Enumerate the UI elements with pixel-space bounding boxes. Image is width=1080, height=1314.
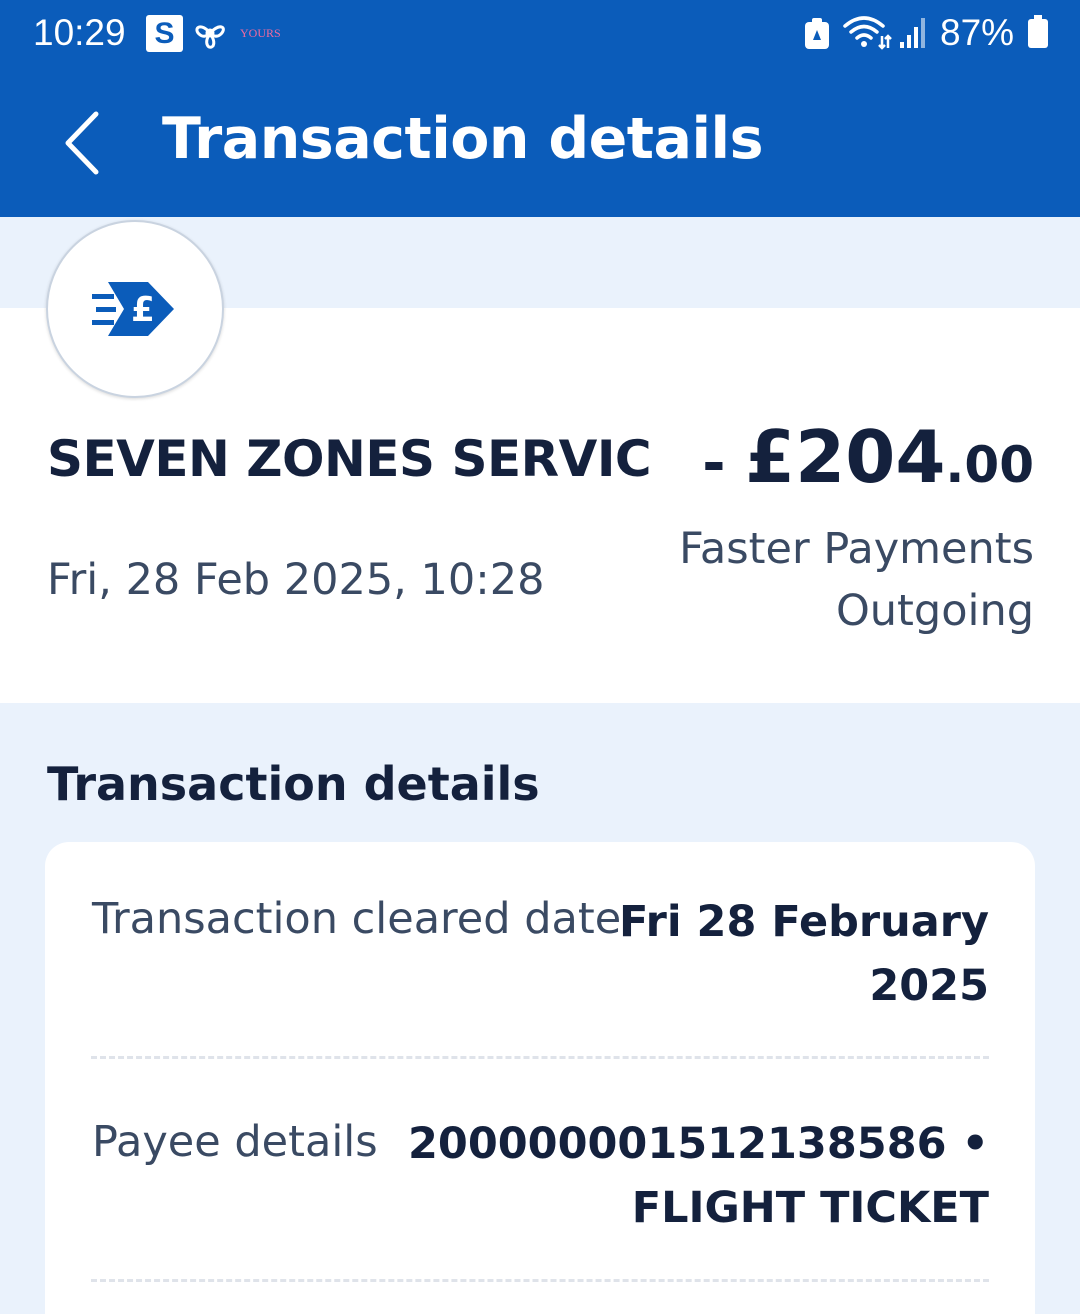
row-divider: [91, 1279, 989, 1282]
payee-details-value-line1: 20000000151213858​6 •: [407, 1119, 989, 1169]
fan-icon: [195, 25, 225, 49]
cleared-date-value-line2: 2025: [869, 961, 989, 1011]
status-bar: 10:29 S YOURS 87%: [0, 0, 1080, 70]
cleared-date-value: Fri 28 February 2025: [619, 890, 989, 1018]
s-app-icon: S: [146, 15, 183, 52]
battery-icon: [1028, 15, 1048, 48]
transaction-type-direction: Outgoing: [835, 586, 1034, 636]
app-bar: Transaction details: [0, 70, 1080, 217]
amount-main: £204: [745, 415, 946, 499]
transaction-datetime: Fri, 28 Feb 2025, 10:28: [47, 555, 545, 605]
page-title: Transaction details: [162, 106, 764, 172]
payee-details-label: Payee details: [92, 1117, 378, 1167]
details-card: Transaction cleared date Fri 28 February…: [45, 842, 1035, 1314]
transaction-type: Faster Payments Outgoing: [679, 518, 1034, 642]
wifi-icon: [843, 16, 892, 50]
faster-payment-pound-icon: £: [92, 282, 174, 336]
app-notification-label: YOURS: [240, 26, 281, 40]
section-title: Transaction details: [47, 757, 540, 811]
payee-details-value-line2: FLIGHT TICKET: [631, 1183, 989, 1233]
transaction-type-method: Faster Payments: [679, 524, 1034, 574]
svg-text:£: £: [131, 290, 155, 330]
payee-name: SEVEN ZONES SERVIC: [47, 430, 652, 488]
amount-pence: .00: [945, 436, 1034, 494]
amount-sign: -: [702, 431, 746, 496]
signal-icon: [900, 18, 925, 48]
battery-percent: 87%: [940, 12, 1015, 53]
chevron-left-icon[interactable]: [50, 108, 120, 178]
lock-icon: [805, 18, 829, 49]
status-time: 10:29: [33, 12, 126, 53]
cleared-date-value-line1: Fri 28 February: [619, 897, 989, 947]
cleared-date-label: Transaction cleared date: [92, 894, 622, 944]
transaction-amount: - £204.00: [702, 415, 1034, 499]
payee-avatar: £: [46, 220, 224, 398]
payee-details-value: 20000000151213858​6 • FLIGHT TICKET: [408, 1112, 989, 1240]
row-divider: [91, 1056, 989, 1059]
